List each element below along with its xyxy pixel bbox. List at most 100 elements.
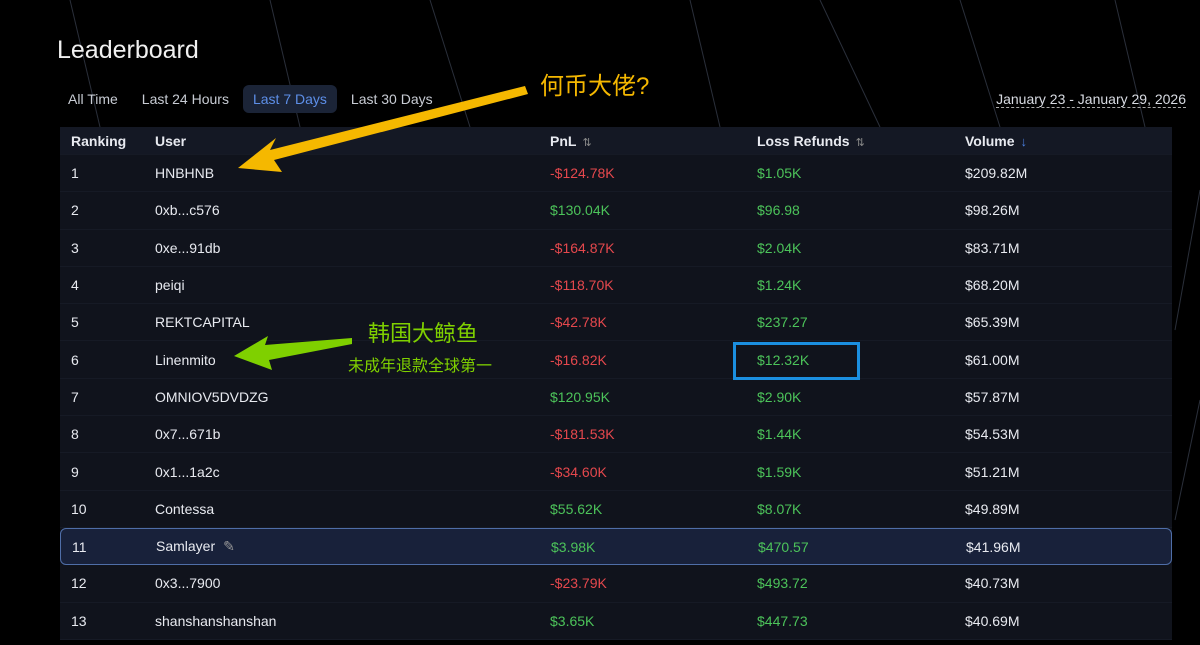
user-name[interactable]: peiqi (144, 277, 550, 293)
pnl: $3.98K (551, 538, 596, 555)
user-label: 0x7...671b (155, 426, 221, 443)
tab-last-7-days[interactable]: Last 7 Days (242, 85, 337, 113)
table-row[interactable]: 10 Contessa $55.62K $8.07K $49.89M (60, 491, 1172, 528)
highlight-box (733, 342, 860, 380)
rank: 10 (71, 500, 87, 517)
user-name[interactable]: REKTCAPITAL (144, 314, 550, 330)
loss-refund: $447.73 (757, 612, 808, 629)
table-row[interactable]: 6 Linenmito -$16.82K $12.32K $61.00M (60, 341, 1172, 379)
volume: $57.87M (965, 388, 1020, 405)
volume: $209.82M (965, 165, 1028, 182)
header-user: User (155, 132, 187, 149)
pnl: -$164.87K (550, 239, 615, 256)
user-name[interactable]: 0x3...7900 (144, 575, 550, 591)
header-loss-refunds[interactable]: Loss Refunds ⇅ (757, 133, 965, 149)
table-row[interactable]: 5 REKTCAPITAL -$42.78K $237.27 $65.39M (60, 304, 1172, 342)
user-name[interactable]: Contessa (144, 501, 550, 517)
rank: 5 (71, 314, 79, 331)
header-volume[interactable]: Volume ↓ (965, 133, 1172, 149)
volume: $54.53M (965, 426, 1020, 443)
user-label: 0xe...91db (155, 239, 221, 256)
loss-refund: $8.07K (757, 500, 802, 517)
pnl: -$118.70K (550, 277, 614, 294)
user-label: OMNIOV5DVDZG (155, 388, 269, 405)
loss-refund: $2.90K (757, 388, 802, 405)
sort-icon[interactable]: ⇅ (582, 137, 591, 149)
table-row[interactable]: 11 Samlayer ✎ $3.98K $470.57 $41.96M (60, 527, 1172, 566)
user-name[interactable]: 0xb...c576 (144, 202, 550, 218)
sort-icon[interactable]: ⇅ (856, 137, 865, 149)
header-volume-label: Volume (965, 132, 1015, 149)
table-row[interactable]: 12 0x3...7900 -$23.79K $493.72 $40.73M (60, 565, 1172, 603)
rank: 9 (71, 463, 79, 480)
loss-refund: $470.57 (758, 538, 809, 555)
user-label: 0xb...c576 (155, 202, 220, 219)
volume: $83.71M (965, 239, 1020, 256)
rank: 6 (71, 351, 79, 368)
table-row[interactable]: 9 0x1...1a2c -$34.60K $1.59K $51.21M (60, 453, 1172, 491)
volume: $65.39M (965, 314, 1020, 331)
rank: 3 (71, 239, 79, 256)
user-name[interactable]: 0x1...1a2c (144, 464, 550, 480)
pnl: -$124.78K (550, 165, 615, 182)
time-range-tabs: All Time Last 24 Hours Last 7 Days Last … (58, 85, 443, 113)
table-row[interactable]: 8 0x7...671b -$181.53K $1.44K $54.53M (60, 416, 1172, 454)
annotation-yellow: 何币大佬? (540, 73, 650, 100)
table-row[interactable]: 4 peiqi -$118.70K $1.24K $68.20M (60, 267, 1172, 305)
rank: 11 (72, 538, 87, 555)
edit-icon[interactable]: ✎ (223, 538, 235, 554)
user-label: shanshanshanshan (155, 612, 277, 629)
table-row[interactable]: 2 0xb...c576 $130.04K $96.98 $98.26M (60, 192, 1172, 230)
pnl: -$34.60K (550, 463, 607, 480)
volume: $61.00M (965, 351, 1020, 368)
loss-refund: $493.72 (757, 575, 808, 592)
user-label: Contessa (155, 500, 215, 517)
user-label: REKTCAPITAL (155, 314, 250, 331)
table-row[interactable]: 3 0xe...91db -$164.87K $2.04K $83.71M (60, 230, 1172, 267)
pnl: $55.62K (550, 500, 603, 517)
user-label: peiqi (155, 277, 185, 294)
loss-refund: $96.98 (757, 202, 800, 219)
rank: 8 (71, 426, 79, 443)
user-name[interactable]: Linenmito (144, 352, 550, 368)
user-name[interactable]: HNBHNB (144, 165, 550, 181)
rank: 7 (71, 388, 79, 405)
tab-last-30-days[interactable]: Last 30 Days (341, 85, 443, 113)
rank: 2 (71, 202, 79, 219)
pnl: -$16.82K (550, 351, 607, 368)
volume: $51.21M (965, 463, 1020, 480)
rank: 13 (71, 612, 87, 629)
tab-last-24-hours[interactable]: Last 24 Hours (132, 85, 239, 113)
user-label: Samlayer (156, 538, 216, 555)
sort-desc-icon[interactable]: ↓ (1021, 134, 1028, 149)
volume: $68.20M (965, 277, 1020, 294)
loss-refund: $1.24K (757, 277, 802, 294)
user-name[interactable]: shanshanshanshan (144, 613, 550, 629)
pnl: $120.95K (550, 388, 610, 405)
pnl: $3.65K (550, 612, 595, 629)
loss-refund: $1.05K (757, 165, 802, 182)
loss-refund: $1.44K (757, 426, 802, 443)
table-row[interactable]: 1 HNBHNB -$124.78K $1.05K $209.82M (60, 155, 1172, 193)
user-name[interactable]: Samlayer ✎ (145, 538, 551, 555)
pnl: -$23.79K (550, 575, 607, 592)
table-row[interactable]: 13 shanshanshanshan $3.65K $447.73 $40.6… (60, 603, 1172, 640)
header-ranking: Ranking (71, 132, 127, 149)
volume: $41.96M (966, 538, 1021, 555)
header-pnl[interactable]: PnL ⇅ (550, 133, 757, 149)
user-label: 0x3...7900 (155, 575, 221, 592)
user-label: Linenmito (155, 351, 216, 368)
page-title: Leaderboard (57, 36, 199, 64)
date-range[interactable]: January 23 - January 29, 2026 (996, 91, 1186, 108)
leaderboard-table: Ranking User PnL ⇅ Loss Refunds ⇅ Volume ↓ … (60, 127, 1172, 640)
loss-refund: $237.27 (757, 314, 808, 331)
tab-all-time[interactable]: All Time (58, 85, 128, 113)
user-label: 0x1...1a2c (155, 463, 220, 480)
user-name[interactable]: 0xe...91db (144, 240, 550, 256)
table-header: Ranking User PnL ⇅ Loss Refunds ⇅ Volume ↓ (60, 127, 1172, 155)
user-name[interactable]: 0x7...671b (144, 426, 550, 442)
user-name[interactable]: OMNIOV5DVDZG (144, 389, 550, 405)
pnl: $130.04K (550, 202, 610, 219)
table-row[interactable]: 7 OMNIOV5DVDZG $120.95K $2.90K $57.87M (60, 379, 1172, 417)
pnl: -$42.78K (550, 314, 607, 331)
